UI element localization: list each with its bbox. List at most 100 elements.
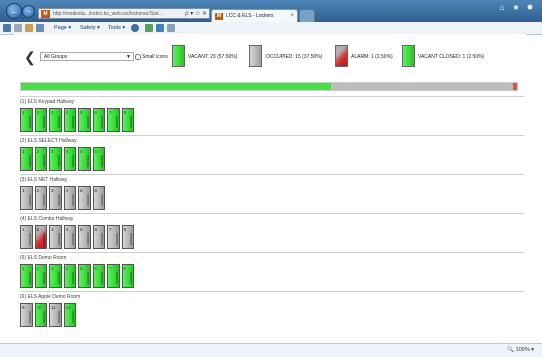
locker-tile[interactable]: 4 (63, 186, 76, 210)
small-icons-checkbox[interactable] (135, 53, 141, 60)
locker-tile[interactable]: 9 (20, 303, 33, 327)
locker-tile[interactable]: 8 (121, 264, 134, 288)
help-icon[interactable] (131, 24, 139, 32)
address-tools-icon[interactable]: ρ ▾ ☆ ✕ (185, 9, 207, 18)
locker-group: (1) ELS Keypad Hallway 1 2 3 4 5 6 7 8 (20, 96, 524, 136)
group-select[interactable]: All Groups ▼ (40, 52, 134, 61)
locker-number: 5 (80, 188, 83, 193)
locker-tile[interactable]: 4 (63, 108, 76, 132)
locker-tile[interactable]: 8 (121, 108, 134, 132)
tools-menu[interactable]: Tools ▾ (108, 23, 125, 33)
locker-tile[interactable]: 2 (34, 108, 47, 132)
feeds-icon[interactable] (14, 24, 22, 32)
back-icon[interactable]: ❮ (24, 50, 36, 64)
locker-number: 4 (65, 227, 69, 232)
locker-tile[interactable]: 6 (92, 108, 105, 132)
locker-tile[interactable]: 8 (121, 225, 134, 249)
gear-icon[interactable]: ✹ (524, 3, 536, 13)
locker-handle (72, 272, 74, 284)
occupied-count: OCCUPIED: 15 (37.50%) (266, 54, 323, 60)
address-bar[interactable]: M http://modesta.../index.bs_web.iss/loc… (38, 8, 210, 19)
tab-lockers[interactable]: M LCC & ELS - Lockers × (211, 9, 298, 22)
locker-number: 1 (22, 188, 25, 193)
locker-tile[interactable]: 7 (107, 264, 120, 288)
tab-site-icon: M (215, 13, 223, 20)
mail-icon[interactable] (25, 24, 33, 32)
group-title: (1) ELS Keypad Hallway (20, 99, 75, 105)
locker-handle (43, 194, 45, 206)
locker-tile[interactable]: 12 (63, 303, 76, 327)
extras-icon[interactable] (167, 24, 175, 32)
locker-tile[interactable]: 2 (34, 225, 47, 249)
locker-number: 4 (65, 110, 69, 115)
locker-tile[interactable]: 6 (92, 147, 105, 171)
locker-tile[interactable]: 3 (49, 186, 62, 210)
locker-tile[interactable]: 4 (63, 147, 76, 171)
locker-number: 10 (36, 305, 42, 310)
browser-back-button[interactable]: ← (6, 3, 22, 19)
locker-handle (57, 272, 60, 284)
locker-tile[interactable]: 2 (34, 186, 47, 210)
locker-tile[interactable]: 5 (78, 225, 91, 249)
small-icons-toggle[interactable]: Small Icons (135, 53, 168, 61)
favorites-icon[interactable]: ★ (510, 3, 522, 13)
occupied-legend-icon (249, 45, 262, 67)
locker-row: 1 2 3 4 5 6 7 8 (20, 264, 134, 289)
status-bar (20, 82, 518, 91)
status-bar-alarm (513, 83, 517, 90)
locker-tile[interactable]: 3 (49, 225, 62, 249)
locker-handle (57, 233, 60, 245)
send-icon[interactable] (156, 24, 164, 32)
locker-tile[interactable]: 6 (92, 264, 105, 288)
locker-tile[interactable]: 7 (107, 225, 120, 249)
locker-number: 4 (65, 149, 69, 154)
browser-forward-button[interactable]: → (22, 5, 35, 18)
locker-handle (72, 194, 74, 206)
locker-handle (57, 311, 60, 323)
safety-menu[interactable]: Safety ▾ (80, 23, 100, 33)
locker-handle (101, 155, 103, 167)
locker-tile[interactable]: 6 (92, 225, 105, 249)
locker-number: 5 (80, 110, 83, 115)
locker-tile[interactable]: 1 (20, 264, 33, 288)
locker-handle (130, 116, 132, 128)
locker-tile[interactable]: 6 (92, 186, 105, 210)
locker-tile[interactable]: 1 (20, 108, 33, 132)
locker-tile[interactable]: 2 (34, 147, 47, 171)
locker-tile[interactable]: 3 (49, 264, 62, 288)
locker-number: 3 (51, 227, 54, 232)
home-icon[interactable]: ⌂ (496, 3, 508, 13)
locker-handle (115, 272, 118, 284)
locker-tile[interactable]: 1 (20, 147, 33, 171)
locker-tile[interactable]: 3 (49, 147, 62, 171)
locker-tile[interactable]: 5 (78, 264, 91, 288)
group-title: (5) ELS Demo Room (20, 255, 67, 261)
locker-tile[interactable]: 5 (78, 186, 91, 210)
locker-number: 6 (94, 188, 98, 193)
locker-tile[interactable]: 3 (49, 108, 62, 132)
locker-tile[interactable]: 5 (78, 147, 91, 171)
locker-tile[interactable]: 4 (63, 264, 76, 288)
print-icon[interactable] (36, 24, 44, 32)
home-page-icon[interactable] (3, 24, 11, 32)
page-menu[interactable]: Page ▾ (54, 23, 71, 33)
research-icon[interactable] (145, 24, 153, 32)
locker-tile[interactable]: 1 (20, 186, 33, 210)
locker-tile[interactable]: 4 (63, 225, 76, 249)
locker-number: 12 (65, 305, 71, 310)
vacant-closed-legend-icon (402, 45, 415, 67)
locker-tile[interactable]: 10 (34, 303, 47, 327)
group-title: (2) ELS SELECT Hallway (20, 138, 77, 144)
locker-tile[interactable]: 1 (20, 225, 33, 249)
new-tab-button[interactable] (299, 9, 315, 22)
locker-number: 6 (94, 110, 98, 115)
zoom-level[interactable]: 🔍 100% ▾ (507, 346, 534, 355)
locker-handle (130, 272, 132, 284)
group-title: (6) ELS Apple Demo Room (20, 294, 81, 300)
locker-handle (130, 233, 132, 245)
locker-tile[interactable]: 2 (34, 264, 47, 288)
locker-tile[interactable]: 7 (107, 108, 120, 132)
locker-tile[interactable]: 11 (49, 303, 62, 327)
locker-tile[interactable]: 5 (78, 108, 91, 132)
tab-close-icon[interactable]: × (290, 10, 294, 22)
